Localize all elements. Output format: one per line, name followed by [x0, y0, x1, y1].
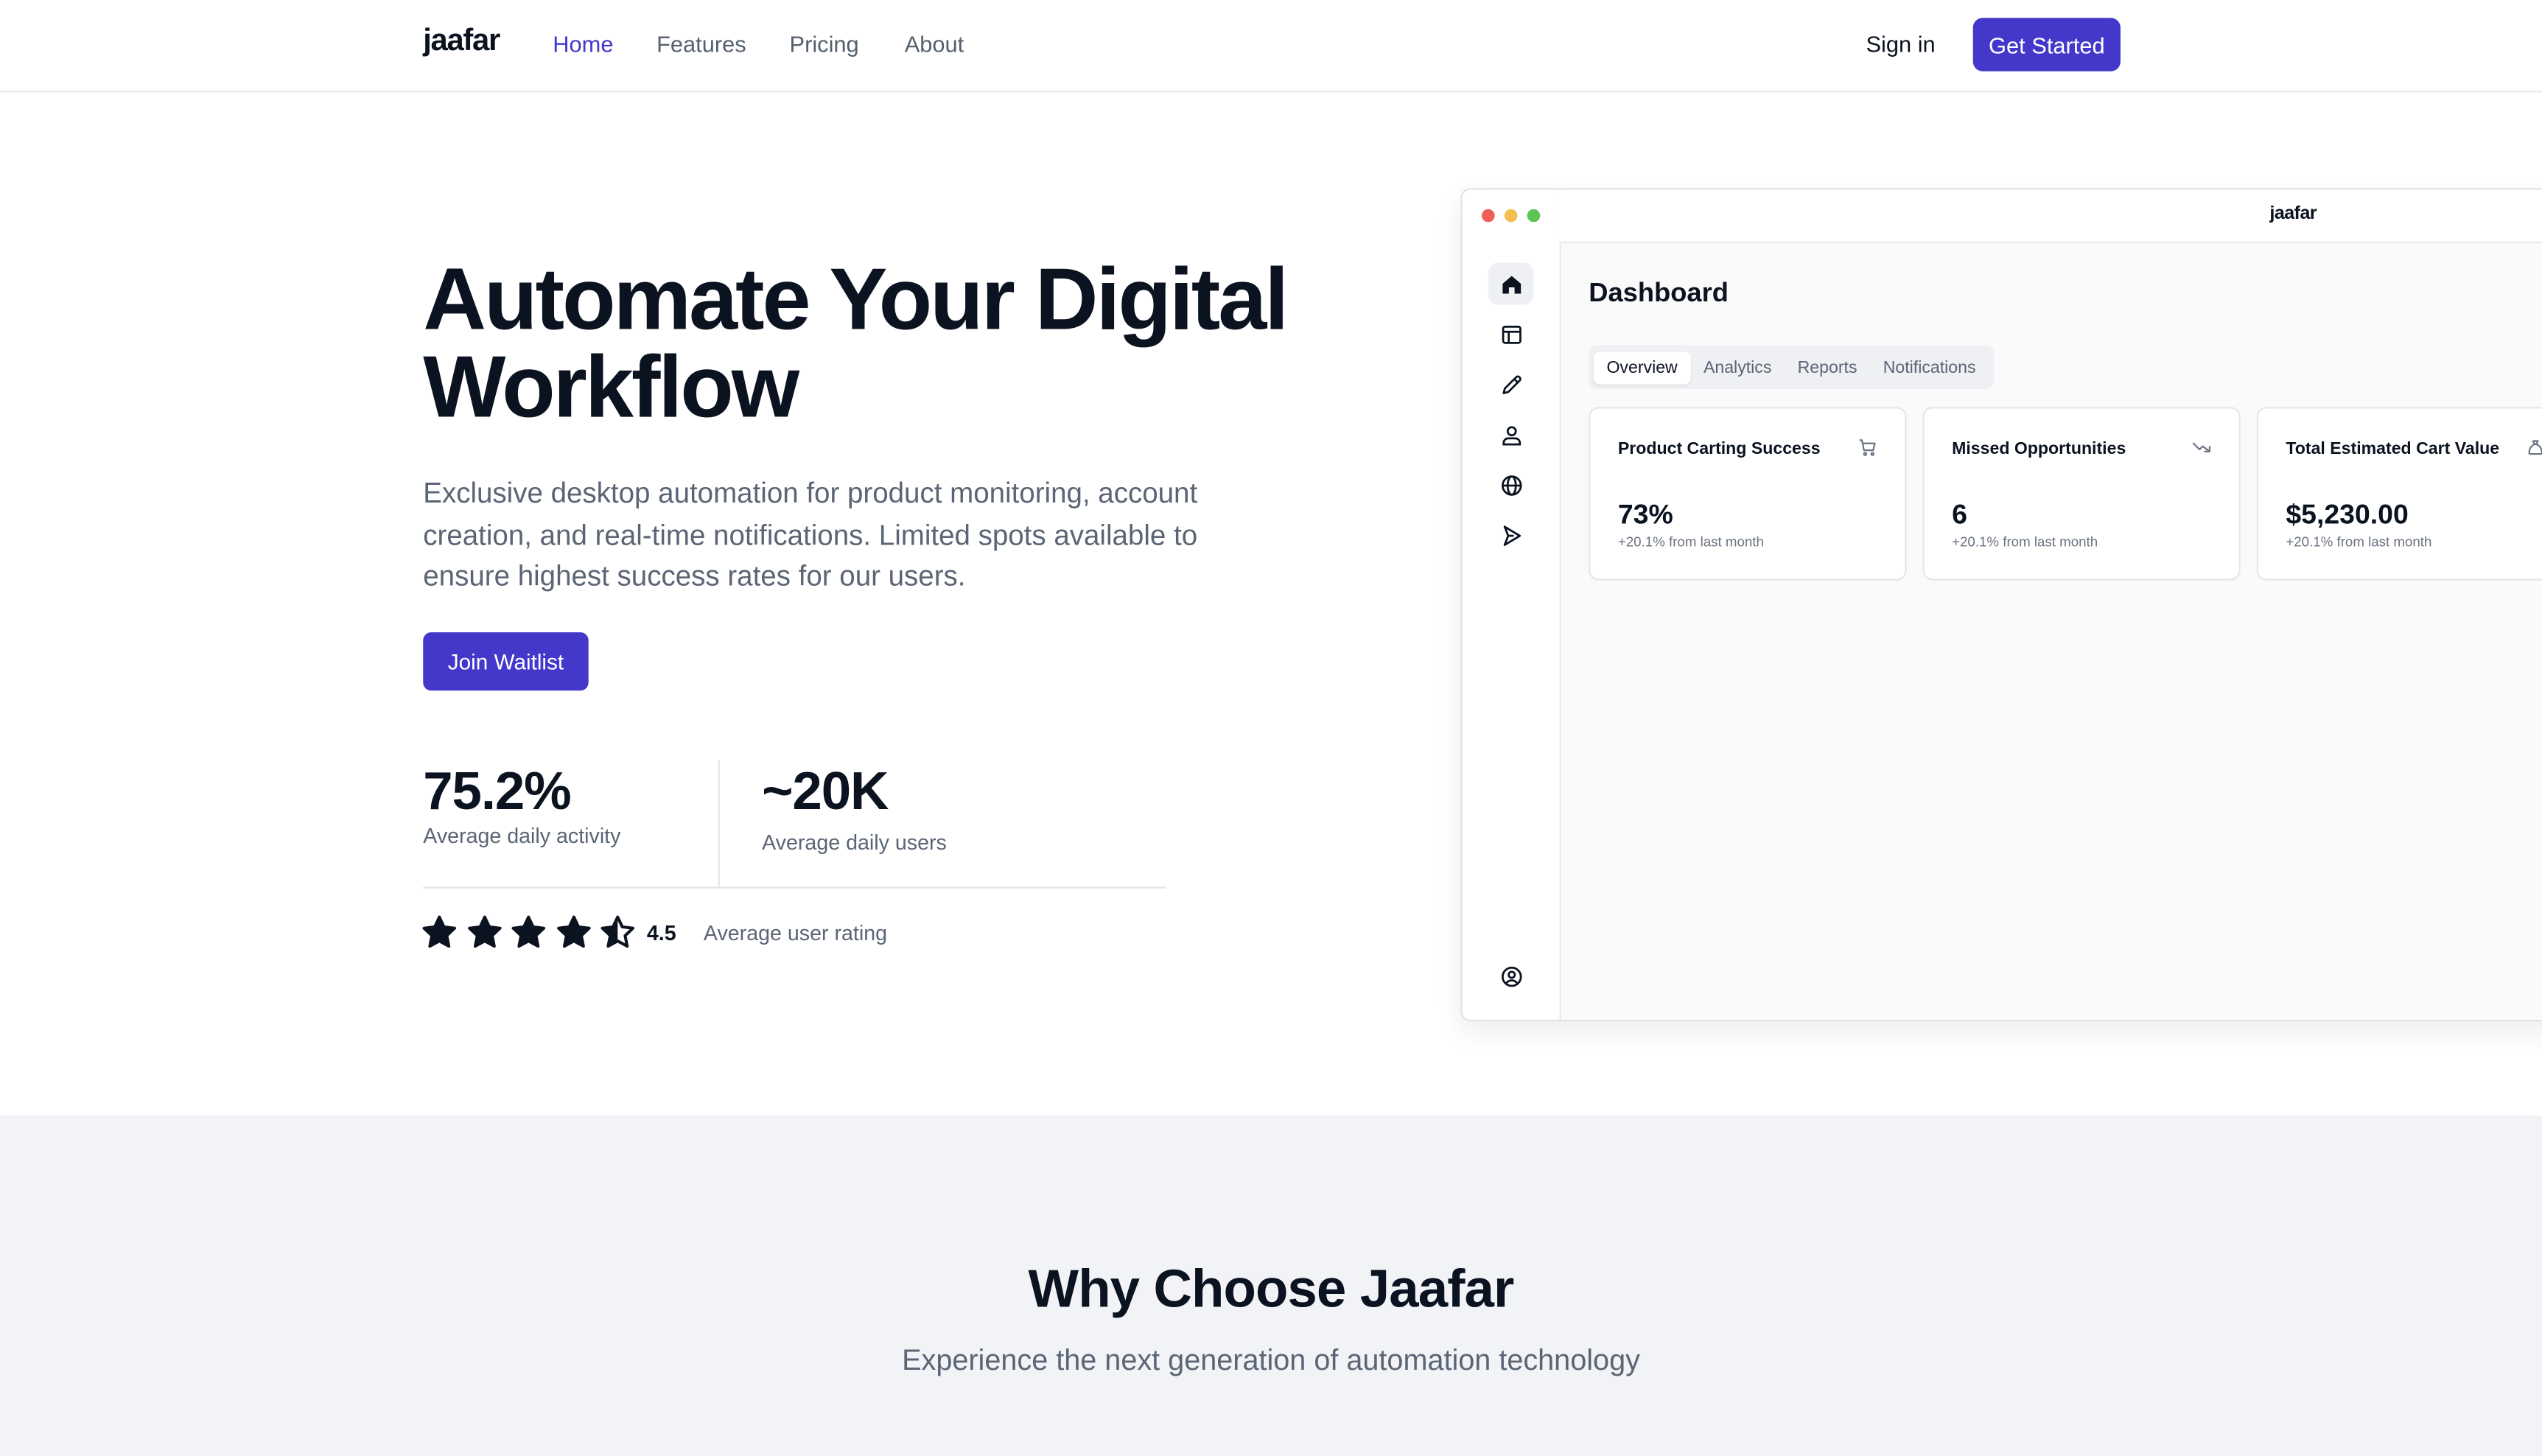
window-close-dot [1482, 209, 1495, 223]
layout-icon[interactable] [1488, 313, 1534, 355]
star-full-icon [422, 915, 457, 948]
sign-in-link[interactable]: Sign in [1866, 31, 1935, 57]
tab-analytics[interactable]: Analytics [1690, 351, 1785, 383]
stat-divider [718, 760, 720, 887]
user-icon[interactable] [1488, 413, 1534, 455]
star-full-icon [466, 915, 501, 948]
window-maximize-dot [1527, 209, 1541, 223]
rating-label: Average user rating [703, 920, 888, 945]
trend-down-icon [2192, 442, 2211, 452]
brand-logo[interactable]: jaafar [423, 24, 500, 60]
dashboard-titlebar: jaafar [1559, 189, 2542, 244]
star-full-icon [556, 915, 590, 948]
dashboard-logo: jaafar [2269, 204, 2317, 224]
get-started-button[interactable]: Get Started [1972, 18, 2121, 71]
cart-icon [1859, 439, 1876, 456]
dashboard-title: Dashboard [1589, 279, 1729, 309]
star-rating [421, 914, 635, 950]
nav-link-home[interactable]: Home [553, 31, 613, 57]
hero-subtitle: Exclusive desktop automation for product… [423, 476, 1198, 592]
card-delta: +20.1% from last month [1617, 533, 1764, 550]
stat-daily-users: ~20K Average daily users [762, 760, 947, 855]
nav-link-about[interactable]: About [905, 31, 964, 57]
hero-title: Automate Your Digital Workflow [423, 251, 1289, 436]
send-icon[interactable] [1488, 514, 1534, 556]
nav-link-features[interactable]: Features [656, 31, 746, 57]
card-delta: +20.1% from last month [1952, 533, 2098, 550]
stat-daily-activity: 75.2% Average daily activity [423, 760, 620, 848]
card-delta: +20.1% from last month [2286, 533, 2432, 550]
stats-divider [423, 886, 1166, 889]
top-navigation: jaafar Home Features Pricing About Sign … [0, 0, 2542, 93]
stat-value: 75.2% [423, 760, 571, 821]
card-value: 6 [1952, 499, 1967, 531]
card-title: Product Carting Success [1617, 439, 1821, 459]
dashboard-content: Dashboard Overview Analytics Reports Not… [1561, 243, 2542, 1020]
dashboard-sidebar [1462, 189, 1561, 1020]
stat-label: Average daily users [762, 830, 947, 855]
star-half-icon [601, 915, 635, 948]
stat-value: ~20K [762, 760, 889, 821]
card-missed-opportunities: Missed Opportunities 6 +20.1% from last … [1922, 407, 2241, 581]
tab-notifications[interactable]: Notifications [1870, 351, 1989, 383]
why-choose-section: Why Choose Jaafar Experience the next ge… [0, 1115, 2542, 1456]
card-title: Total Estimated Cart Value [2286, 439, 2500, 459]
home-icon[interactable] [1488, 262, 1534, 305]
globe-icon[interactable] [1488, 463, 1534, 505]
pencil-icon[interactable] [1488, 363, 1534, 405]
card-total-estimated-cart-value: Total Estimated Cart Value $5,230.00 +20… [2256, 407, 2542, 581]
tab-reports[interactable]: Reports [1785, 351, 1870, 383]
join-waitlist-button[interactable]: Join Waitlist [423, 632, 589, 691]
section-subtitle: Experience the next generation of automa… [902, 1344, 1640, 1377]
card-value: $5,230.00 [2286, 499, 2409, 531]
stat-label: Average daily activity [423, 823, 621, 848]
nav-link-pricing[interactable]: Pricing [790, 31, 859, 57]
tab-overview[interactable]: Overview [1593, 351, 1691, 384]
money-bag-icon [2528, 440, 2542, 455]
section-title: Why Choose Jaafar [1028, 1258, 1515, 1318]
window-minimize-dot [1504, 209, 1518, 223]
dashboard-preview-window: jaafar Dashboard Overview Analytics Repo… [1460, 188, 2542, 1022]
card-product-carting-success: Product Carting Success 73% +20.1% from … [1589, 407, 1907, 581]
card-value: 73% [1617, 499, 1673, 531]
account-circle-icon[interactable] [1488, 955, 1534, 997]
dashboard-tabs: Overview Analytics Reports Notifications [1589, 345, 1994, 390]
star-full-icon [511, 915, 546, 948]
rating-value: 4.5 [646, 920, 676, 945]
card-title: Missed Opportunities [1952, 439, 2126, 459]
